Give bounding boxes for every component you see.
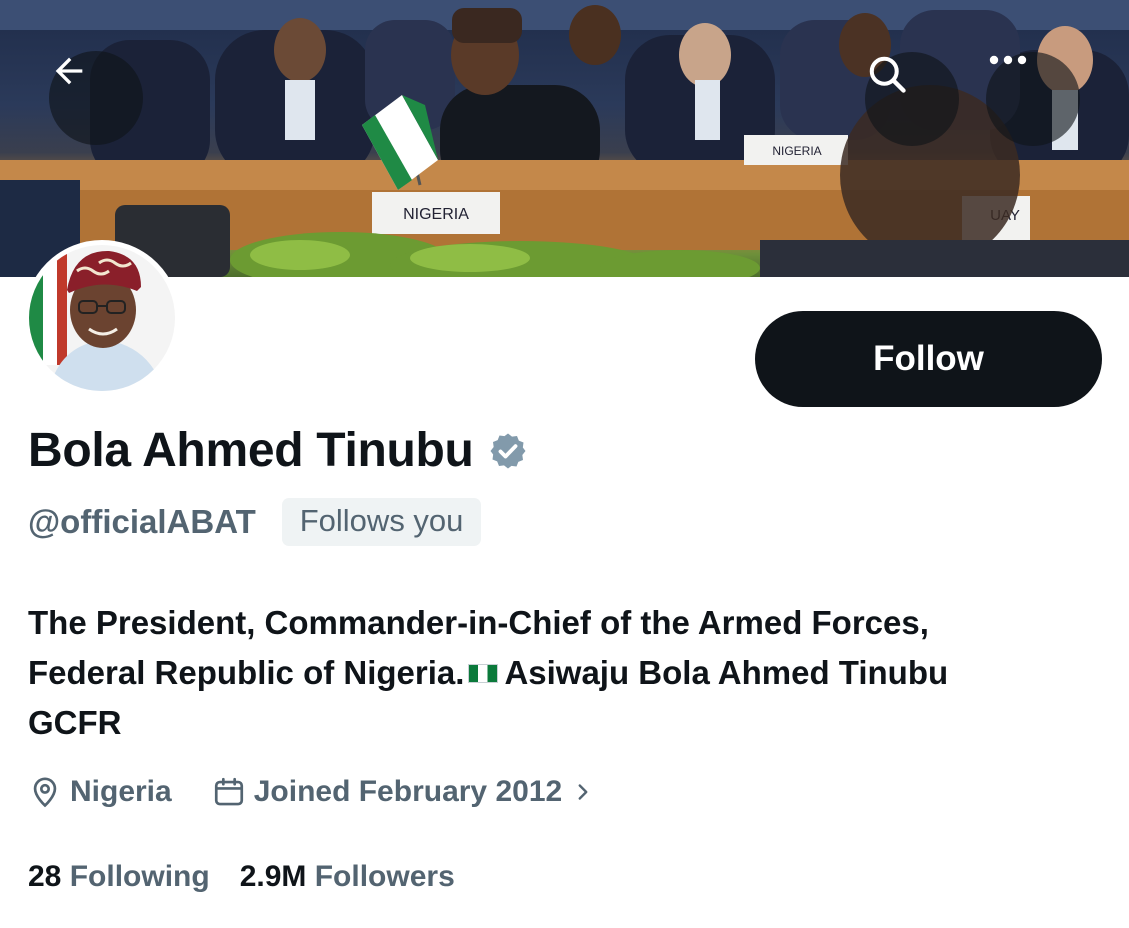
bio-line-3: GCFR (28, 704, 122, 741)
profile-meta: Nigeria Joined February 2012 (28, 775, 602, 809)
following-label: Following (69, 860, 210, 893)
banner-placard-1: NIGERIA (403, 206, 469, 223)
location-item: Nigeria (28, 775, 172, 809)
bio-line-2: Federal Republic of Nigeria. Asiwaju Bola… (28, 648, 1108, 698)
search-button[interactable] (865, 52, 959, 146)
profile-bio: The President, Commander-in-Chief of the… (28, 598, 1108, 748)
chevron-right-icon (578, 784, 588, 800)
username-handle: @officialABAT (28, 503, 256, 540)
followers-label: Followers (314, 860, 455, 893)
more-options-button[interactable] (986, 52, 1080, 146)
back-button[interactable] (49, 51, 143, 145)
profile-avatar[interactable] (24, 240, 180, 396)
follow-button[interactable]: Follow (755, 311, 1102, 407)
location-text: Nigeria (70, 775, 172, 808)
profile-banner[interactable]: NIGERIA NIGERIA UAY (0, 0, 1129, 277)
profile-stats: 28 Following 2.9M Followers (28, 860, 455, 894)
joined-item[interactable]: Joined February 2012 (212, 775, 602, 809)
nigeria-flag-icon (468, 663, 499, 683)
verified-badge-icon[interactable] (488, 431, 528, 471)
follows-you-badge: Follows you (281, 498, 482, 546)
avatar-photo (29, 245, 175, 391)
banner-photo: NIGERIA NIGERIA UAY (0, 0, 1129, 277)
following-count: 28 (28, 860, 62, 893)
display-name: Bola Ahmed Tinubu (28, 424, 474, 477)
search-icon (869, 56, 906, 93)
followers-count: 2.9M (239, 860, 307, 893)
bio-line-2b: Asiwaju Bola Ahmed Tinubu (504, 654, 949, 691)
bio-line-2a: Federal Republic of Nigeria. (28, 654, 465, 691)
banner-placard-2: NIGERIA (772, 144, 821, 158)
profile-name-row: Bola Ahmed Tinubu (28, 423, 528, 478)
calendar-icon (214, 777, 243, 806)
following-link[interactable]: 28 Following (28, 860, 210, 894)
handle-row: @officialABAT Follows you (28, 498, 482, 546)
bio-line-1: The President, Commander-in-Chief of the… (28, 604, 929, 641)
more-horizontal-icon (989, 55, 1027, 65)
arrow-left-icon (55, 57, 83, 85)
joined-text: Joined February 2012 (253, 775, 563, 808)
location-pin-icon (33, 777, 57, 808)
followers-link[interactable]: 2.9M Followers (240, 860, 455, 894)
